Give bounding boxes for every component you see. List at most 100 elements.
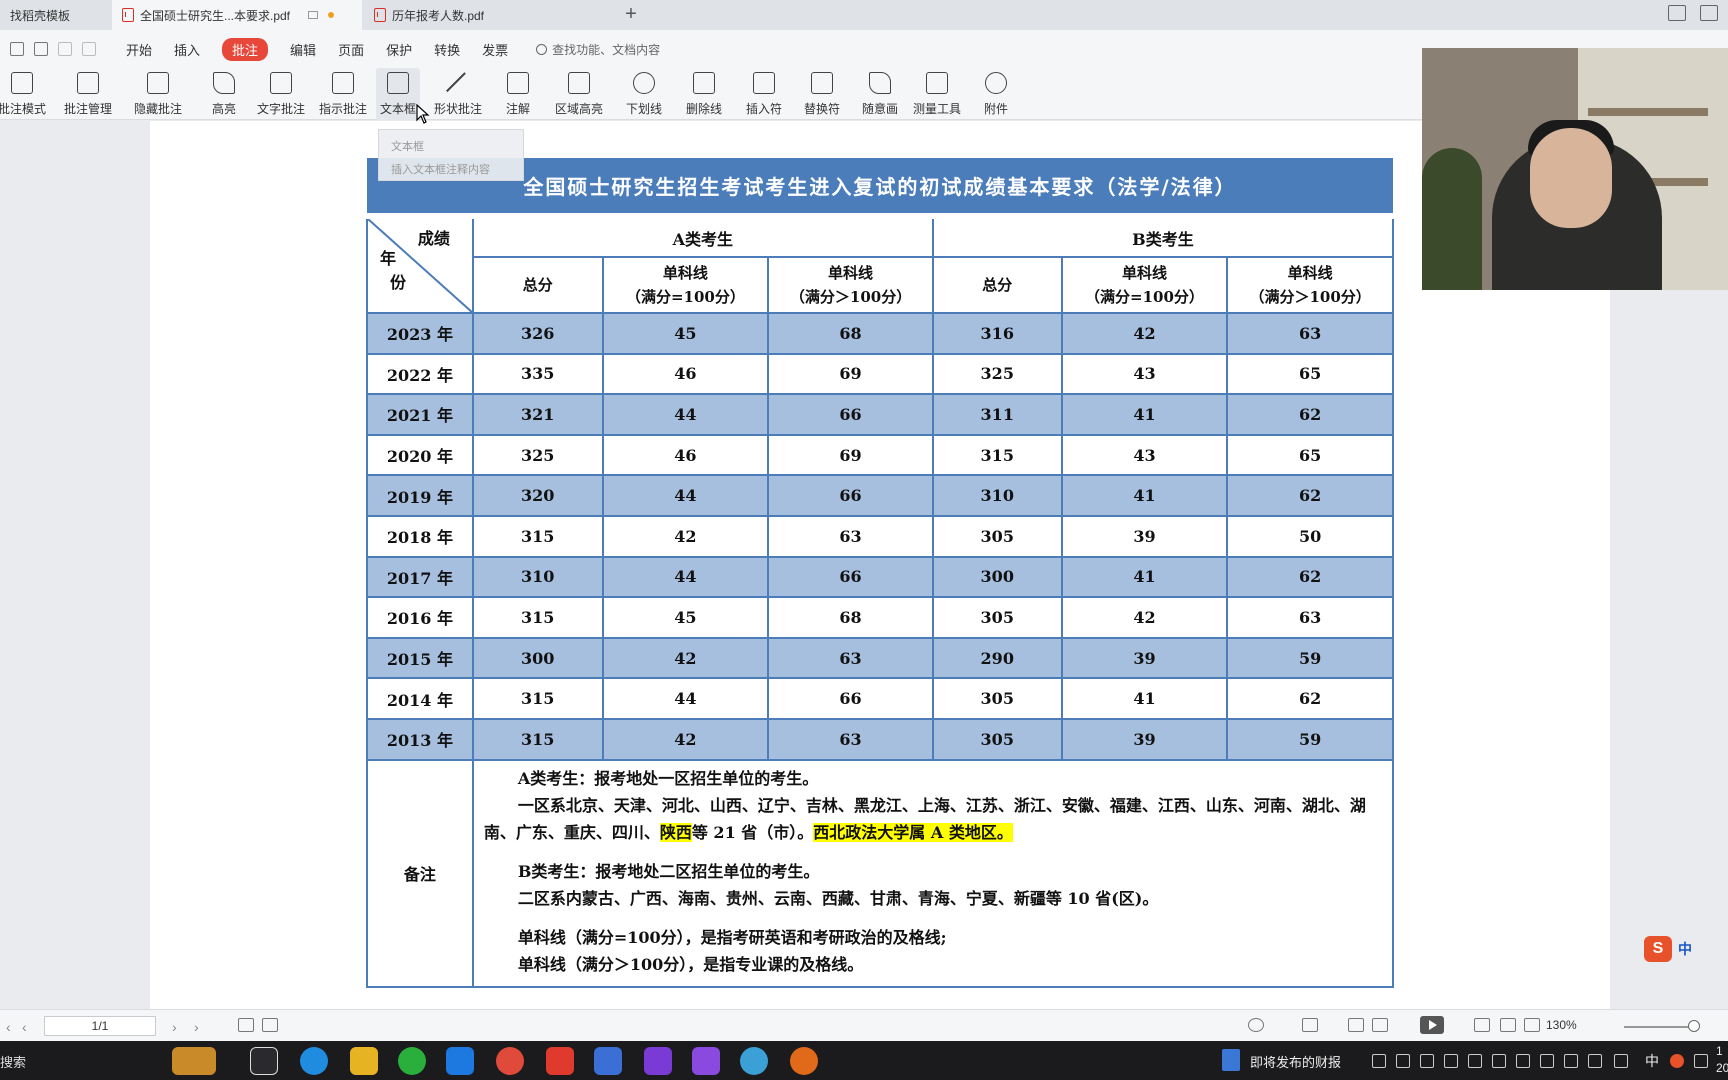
- zoom-slider-handle[interactable]: [1688, 1020, 1700, 1032]
- menu-convert[interactable]: 转换: [434, 40, 460, 59]
- new-tab-button[interactable]: +: [620, 4, 642, 26]
- last-page-icon[interactable]: ›: [194, 1019, 199, 1035]
- note-single-gt100: 单科线（满分＞100分），是指专业课的及格线。: [517, 954, 864, 974]
- next-page-icon[interactable]: ›: [172, 1019, 177, 1035]
- microphone-icon[interactable]: [1420, 1054, 1434, 1068]
- tab-template[interactable]: 找稻壳模板: [0, 0, 110, 30]
- tray-app-icon[interactable]: [1516, 1054, 1530, 1068]
- note-b-line: B类考生：报考地处二区招生单位的考生。: [517, 861, 820, 881]
- fit-page-icon[interactable]: [238, 1018, 254, 1032]
- wps-icon[interactable]: [546, 1047, 574, 1075]
- file-explorer-icon[interactable]: [350, 1047, 378, 1075]
- table-row: 2023 年 326 45 68 316 42 63: [366, 312, 1394, 355]
- tray-app-icon[interactable]: [1492, 1054, 1506, 1068]
- menu-annotate[interactable]: 批注: [222, 37, 269, 61]
- strikethrough-button[interactable]: 删除线: [682, 68, 726, 120]
- first-page-icon[interactable]: ‹: [6, 1019, 11, 1035]
- fit-screen-icon[interactable]: [1500, 1018, 1516, 1032]
- replace-mark-button[interactable]: 替换符: [800, 68, 844, 120]
- single-page-icon[interactable]: [1348, 1018, 1364, 1032]
- app-p-icon[interactable]: [644, 1047, 672, 1075]
- clock[interactable]: 1202: [1716, 1043, 1728, 1077]
- menu-start[interactable]: 开始: [126, 40, 152, 59]
- windows-taskbar: 搜索 即将发布的财报 中 1202: [0, 1041, 1728, 1080]
- tray-app-icon[interactable]: [1396, 1054, 1410, 1068]
- hide-comment-icon: [147, 72, 169, 94]
- highlight-button[interactable]: 高亮: [206, 68, 242, 120]
- tray-app-icon[interactable]: [1694, 1054, 1708, 1068]
- col-header-single100: 单科线 （满分=100分）: [601, 256, 770, 314]
- pointer-annotation-button[interactable]: 指示批注: [318, 68, 368, 120]
- pen-icon[interactable]: [1614, 1054, 1628, 1068]
- zoom-slider[interactable]: [1624, 1026, 1694, 1028]
- menu-page[interactable]: 页面: [338, 40, 364, 59]
- sogou-logo-icon: S: [1644, 936, 1672, 962]
- prev-page-icon[interactable]: ‹: [22, 1019, 27, 1035]
- network-icon[interactable]: [1540, 1054, 1554, 1068]
- notes-label: 备注: [366, 758, 474, 988]
- search-input[interactable]: 查找功能、文档内容: [536, 41, 660, 58]
- redo-icon[interactable]: [82, 42, 96, 56]
- fullscreen-icon[interactable]: [1524, 1018, 1540, 1032]
- measure-button[interactable]: 测量工具: [912, 68, 962, 120]
- score-requirements-table: 全国硕士研究生招生考试考生进入复试的初试成绩基本要求（法学/法律） 成绩 年 份…: [366, 158, 1395, 988]
- notes-row: 备注 A类考生：报考地处一区招生单位的考生。 一区系北京、天津、河北、山西、辽宁…: [366, 758, 1395, 988]
- page-number-input[interactable]: 1/1: [44, 1016, 156, 1036]
- textbox-button[interactable]: 文本框: [376, 68, 420, 120]
- scroll-mode-icon[interactable]: [1302, 1018, 1318, 1032]
- insert-mark-button[interactable]: 插入符: [742, 68, 786, 120]
- double-page-icon[interactable]: [1372, 1018, 1388, 1032]
- menu-protect[interactable]: 保护: [386, 40, 412, 59]
- ime-badge-label: 中: [1678, 941, 1692, 957]
- sogou-tray-icon[interactable]: [1670, 1054, 1684, 1068]
- task-view-icon[interactable]: [250, 1047, 278, 1075]
- actual-size-icon[interactable]: [1474, 1018, 1490, 1032]
- attachment-button[interactable]: 附件: [980, 68, 1012, 120]
- menu-insert[interactable]: 插入: [174, 40, 200, 59]
- freehand-button[interactable]: 随意画: [860, 68, 900, 120]
- shape-annotation-button[interactable]: 形状批注: [430, 68, 486, 120]
- area-highlight-button[interactable]: 区域高亮: [550, 68, 608, 120]
- shield-icon[interactable]: [1564, 1054, 1578, 1068]
- app-mountain-icon[interactable]: [594, 1047, 622, 1075]
- underline-button[interactable]: 下划线: [622, 68, 666, 120]
- ime-indicator[interactable]: 中: [1645, 1051, 1659, 1071]
- note-button[interactable]: 注解: [500, 68, 536, 120]
- app-d-icon[interactable]: [692, 1047, 720, 1075]
- tray-chevron-icon[interactable]: [1372, 1054, 1386, 1068]
- grid-icon[interactable]: [1700, 5, 1718, 21]
- volume-icon[interactable]: [1588, 1054, 1602, 1068]
- tab-current-pdf[interactable]: 全国硕士研究生...本要求.pdf: [112, 0, 362, 30]
- print-icon[interactable]: [34, 42, 48, 56]
- news-label[interactable]: 即将发布的财报: [1250, 1052, 1341, 1071]
- fit-width-icon[interactable]: [262, 1018, 278, 1032]
- play-icon[interactable]: [1420, 1016, 1444, 1034]
- app-u-icon[interactable]: [446, 1047, 474, 1075]
- chrome-icon[interactable]: [496, 1047, 524, 1075]
- ime-floating-badge[interactable]: S 中: [1644, 936, 1692, 962]
- annotate-manage-button[interactable]: 批注管理: [60, 68, 116, 120]
- layout-icon[interactable]: [1668, 5, 1686, 21]
- annotate-mode-button[interactable]: 批注模式: [0, 68, 46, 120]
- undo-icon[interactable]: [58, 42, 72, 56]
- col-header-single-gt100: 单科线 （满分＞100分）: [767, 256, 934, 314]
- tooltip-title: 文本框: [391, 141, 424, 153]
- app-search-icon[interactable]: [740, 1047, 768, 1075]
- tray-app-icon[interactable]: [1444, 1054, 1458, 1068]
- news-icon[interactable]: [1222, 1049, 1240, 1071]
- taskbar-widget-icon[interactable]: [172, 1047, 216, 1075]
- wechat-icon[interactable]: [398, 1047, 426, 1075]
- hide-annotations-button[interactable]: 隐藏批注: [130, 68, 186, 120]
- zoom-level[interactable]: 130%: [1546, 1018, 1577, 1032]
- taskbar-search[interactable]: 搜索: [0, 1052, 26, 1071]
- app-mask-icon[interactable]: [790, 1047, 818, 1075]
- tab-applicants-pdf[interactable]: 历年报考人数.pdf: [364, 0, 610, 30]
- menu-edit[interactable]: 编辑: [290, 40, 316, 59]
- edge-icon[interactable]: [300, 1047, 328, 1075]
- tray-app-icon[interactable]: [1468, 1054, 1482, 1068]
- menu-invoice[interactable]: 发票: [482, 40, 508, 59]
- save-icon[interactable]: [10, 42, 24, 56]
- eye-icon[interactable]: [1248, 1018, 1264, 1032]
- window-icon[interactable]: [308, 11, 319, 19]
- text-annotation-button[interactable]: 文字批注: [256, 68, 306, 120]
